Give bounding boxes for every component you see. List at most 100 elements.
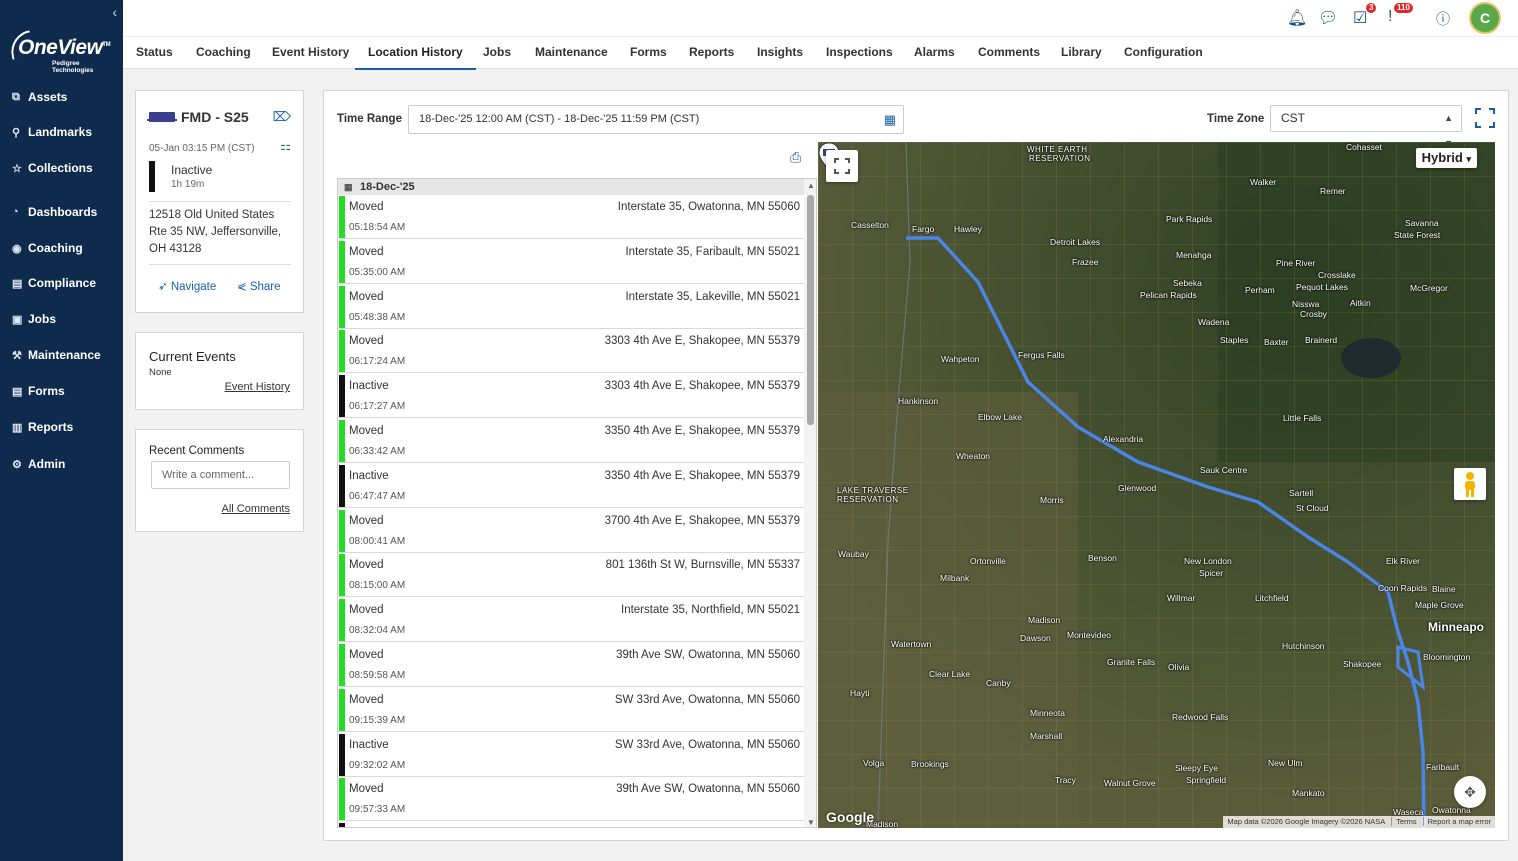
tab-status[interactable]: Status [136, 37, 173, 70]
map-fullscreen-button[interactable] [826, 150, 858, 182]
sidebar-item-collections[interactable]: ☆ Collections [0, 157, 123, 179]
status-color-bar [339, 330, 345, 373]
tab-comments[interactable]: Comments [978, 37, 1040, 70]
tab-configuration[interactable]: Configuration [1124, 37, 1203, 70]
tab-jobs[interactable]: Jobs [483, 37, 511, 70]
alert-icon[interactable]: ! [1388, 8, 1392, 26]
tab-reports[interactable]: Reports [689, 37, 734, 70]
map-place-label: Pine River [1276, 258, 1316, 268]
history-row[interactable]: Moved 08:59:58 AM 39th Ave SW, Owatonna, M… [338, 643, 804, 687]
tab-insights[interactable]: Insights [757, 37, 803, 70]
tab-location-history[interactable]: Location History [355, 37, 476, 70]
row-time: 08:32:04 AM [349, 625, 406, 637]
map-place-label: Brookings [911, 759, 949, 769]
map-type-button[interactable]: Hybrid ▾ [1415, 148, 1477, 168]
sidebar-item-forms[interactable]: ▤ Forms [0, 380, 123, 402]
scroll-thumb[interactable] [807, 195, 814, 425]
history-row[interactable]: Moved 06:33:42 AM 3350 4th Ave E, Shakopee… [338, 419, 804, 463]
tab-maintenance[interactable]: Maintenance [535, 37, 608, 70]
history-row[interactable]: Moved 05:18:54 AM Interstate 35, Owatonna,… [338, 195, 804, 239]
calendar-icon[interactable]: ▦ [884, 106, 896, 133]
tab-coaching[interactable]: Coaching [196, 37, 251, 70]
sidebar-item-admin[interactable]: ⚙ Admin [0, 453, 123, 475]
scroll-down-icon[interactable]: ▼ [807, 818, 815, 827]
map-place-label: Crosslake [1318, 270, 1356, 280]
history-row[interactable]: Moved 05:48:38 AM Interstate 35, Lakeville… [338, 284, 804, 329]
sidebar-item-landmarks[interactable]: ⚲ Landmarks [0, 121, 123, 143]
history-row[interactable]: Moved 06:17:24 AM 3303 4th Ave E, Shakopee… [338, 329, 804, 374]
sidebar-item-reports[interactable]: ▥ Reports [0, 416, 123, 438]
help-icon[interactable]: ⓘ [1436, 9, 1450, 29]
map-place-label: RESERVATION [837, 495, 899, 504]
terms-link[interactable]: Terms [1391, 817, 1417, 826]
asset-date: 05-Jan 03:15 PM (CST) [149, 143, 255, 154]
logo-brand: OneViewTM [18, 36, 111, 59]
navigate-icon: ➶ [158, 281, 171, 293]
map-pan-control[interactable]: ✥ [1454, 776, 1486, 808]
status-color-bar [339, 420, 345, 462]
oneview-logo[interactable]: OneViewTM Pedigree Technologies [7, 30, 118, 74]
map-view[interactable]: WHITE EARTHRESERVATIONCohassetGrandWalke… [818, 142, 1495, 828]
row-status: Moved [349, 425, 384, 437]
sidebar-item-jobs[interactable]: ▣ Jobs [0, 308, 123, 330]
comment-input[interactable] [151, 461, 290, 489]
history-row[interactable]: Inactive 09:32:02 AM SW 33rd Ave, Owatonna… [338, 732, 804, 777]
row-address: 3303 4th Ave E, Shakopee, MN 55379 [604, 380, 800, 393]
row-address: SW 33rd Ave, Owatonna, MN 55060 [614, 738, 800, 751]
history-row[interactable]: Inactive [338, 822, 804, 827]
tag-icon[interactable]: ⌦ [273, 109, 291, 125]
map-place-label: Pelican Rapids [1140, 290, 1197, 300]
tab-event-history[interactable]: Event History [272, 37, 349, 70]
sidebar-item-assets[interactable]: ⧉ Assets [0, 86, 123, 108]
sidebar-item-compliance[interactable]: ▤ Compliance [0, 272, 123, 294]
map-place-label: Canby [986, 678, 1011, 688]
history-row[interactable]: Moved 05:35:00 AM Interstate 35, Faribault… [338, 239, 804, 284]
history-row[interactable]: Inactive 06:47:47 AM 3350 4th Ave E, Shako… [338, 463, 804, 508]
sidebar-item-dashboards[interactable]: ◔ Dashboards [0, 201, 123, 223]
hierarchy-icon[interactable]: ⚏ [280, 139, 291, 153]
fullscreen-icon[interactable] [1475, 108, 1495, 128]
row-status: Moved [349, 245, 384, 258]
street-view-pegman[interactable] [1454, 468, 1486, 500]
row-time: 08:59:58 AM [349, 670, 406, 681]
time-range-input[interactable]: 18-Dec-'25 12:00 AM (CST) - 18-Dec-'25 1… [408, 105, 904, 134]
all-comments-link[interactable]: All Comments [222, 503, 290, 515]
share-button[interactable]: ⋞ Share [237, 279, 281, 293]
tab-inspections[interactable]: Inspections [826, 37, 893, 70]
tab-library[interactable]: Library [1061, 37, 1102, 70]
tab-alarms[interactable]: Alarms [914, 37, 955, 70]
row-time: 08:15:00 AM [349, 580, 406, 592]
sidebar: ‹ OneViewTM Pedigree Technologies ⧉ Asset… [0, 0, 123, 861]
tab-forms[interactable]: Forms [630, 37, 667, 70]
list-scrollbar[interactable]: ▲ ▼ [804, 179, 816, 827]
map-place-label: Benson [1088, 553, 1117, 563]
bell-icon[interactable]: 🔔︎ [1287, 8, 1307, 28]
scroll-up-icon[interactable]: ▲ [807, 181, 815, 190]
navigate-button[interactable]: ➶ Navigate [158, 279, 216, 293]
map-place-label: Dawson [1020, 633, 1051, 643]
map-place-label: Willmar [1167, 593, 1196, 603]
map-attribution: Map data ©2026 Google Imagery ©2026 NASA… [1223, 816, 1495, 828]
chat-icon[interactable]: 💬︎ [1318, 8, 1338, 28]
event-history-link[interactable]: Event History [225, 381, 290, 393]
sidebar-item-label: Admin [28, 457, 66, 471]
time-zone-select[interactable]: CST ▲▼ [1270, 105, 1462, 148]
history-row[interactable]: Inactive 06:17:27 AM 3303 4th Ave E, Shako… [338, 374, 804, 419]
tasks-icon[interactable]: ☑ [1353, 8, 1367, 28]
history-row[interactable]: Moved 09:57:33 AM 39th Ave SW, Owatonna, M… [338, 777, 804, 822]
history-row[interactable]: Moved 08:32:04 AM Interstate 35, Northfiel… [338, 598, 804, 643]
report-map-error-link[interactable]: Report a map error [1422, 817, 1491, 826]
sidebar-item-coaching[interactable]: ◉ Coaching [0, 237, 123, 259]
row-status: Inactive [349, 380, 389, 393]
history-row[interactable]: Moved 09:15:39 AM SW 33rd Ave, Owatonna, M… [338, 687, 804, 732]
history-row[interactable]: Moved 08:15:00 AM 801 136th St W, Burnsvil… [338, 553, 804, 598]
row-address: 3350 4th Ave E, Shakopee, MN 55379 [604, 469, 800, 482]
avatar[interactable]: C [1469, 2, 1501, 34]
collapse-sidebar-icon[interactable]: ‹ [112, 4, 117, 20]
sidebar-item-maintenance[interactable]: ⚒ Maintenance [0, 344, 123, 366]
calendar-icon: ▦ [344, 182, 353, 192]
location-history-panel: Time Range 18-Dec-'25 12:00 AM (CST) - 1… [323, 90, 1509, 841]
map-place-label: Elbow Lake [978, 412, 1022, 422]
history-row[interactable]: Moved 08:00:41 AM 3700 4th Ave E, Shakopee… [338, 508, 804, 553]
print-icon[interactable]: ⎙ [790, 149, 801, 166]
